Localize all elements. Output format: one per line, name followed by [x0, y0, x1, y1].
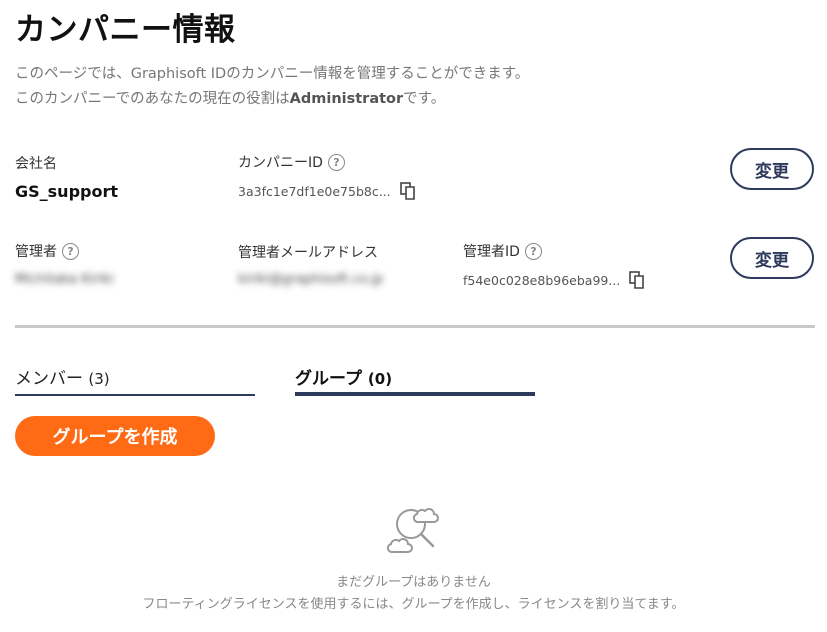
- admin-id-label: 管理者ID ?: [463, 241, 542, 261]
- page-title: カンパニー情報: [15, 12, 236, 48]
- change-admin-button[interactable]: 変更: [730, 237, 814, 279]
- company-id-label: カンパニーID ?: [238, 152, 345, 172]
- create-group-button[interactable]: グループを作成: [15, 416, 215, 456]
- admin-id-text: f54e0c028e8b96eba99...: [463, 272, 621, 288]
- role-suffix: です。: [403, 91, 446, 107]
- admin-id-value: f54e0c028e8b96eba99...: [463, 271, 646, 289]
- admin-email-label-text: 管理者メールアドレス: [238, 245, 378, 261]
- admin-id-label-text: 管理者ID: [463, 244, 520, 260]
- company-id-text: 3a3fc1e7df1e0e75b8c...: [238, 183, 391, 199]
- company-name-label: 会社名: [15, 153, 57, 173]
- company-name-label-text: 会社名: [15, 156, 57, 172]
- tab-members[interactable]: メンバー (3): [15, 364, 255, 396]
- company-name-value: GS_support: [15, 182, 119, 201]
- tab-groups[interactable]: グループ (0): [295, 364, 535, 396]
- admin-email-label: 管理者メールアドレス: [238, 242, 378, 262]
- tab-groups-count: (0): [367, 370, 393, 388]
- empty-state-description: フローティングライセンスを使用するには、グループを作成し、ライセンスを割り当てま…: [142, 597, 685, 612]
- help-icon[interactable]: ?: [524, 242, 542, 260]
- copy-icon[interactable]: [628, 271, 646, 289]
- section-divider: [15, 325, 815, 328]
- role-description: このカンパニーでのあなたの現在の役割はAdministratorです。: [15, 87, 445, 108]
- role-prefix: このカンパニーでのあなたの現在の役割は: [15, 91, 290, 107]
- admin-name-value: Michitaka Kiriki: [15, 272, 114, 287]
- tab-members-label: メンバー: [15, 369, 83, 389]
- help-icon[interactable]: ?: [327, 153, 345, 171]
- tab-members-count: (3): [88, 370, 110, 388]
- cloud-search-icon: [386, 508, 439, 554]
- role-value: Administrator: [289, 91, 404, 107]
- admin-email-value: kiriki@graphisoft.co.jp: [238, 272, 384, 287]
- copy-icon[interactable]: [399, 182, 417, 200]
- change-company-button[interactable]: 変更: [730, 148, 814, 190]
- empty-state-title: まだグループはありません: [336, 575, 491, 590]
- company-id-label-text: カンパニーID: [238, 155, 323, 171]
- admin-label: 管理者 ?: [15, 241, 79, 261]
- tab-groups-label: グループ: [295, 369, 362, 389]
- admin-label-text: 管理者: [15, 244, 57, 260]
- page-description: このページでは、Graphisoft IDのカンパニー情報を管理することができま…: [15, 66, 530, 82]
- company-id-value: 3a3fc1e7df1e0e75b8c...: [238, 182, 417, 200]
- help-icon[interactable]: ?: [62, 242, 79, 260]
